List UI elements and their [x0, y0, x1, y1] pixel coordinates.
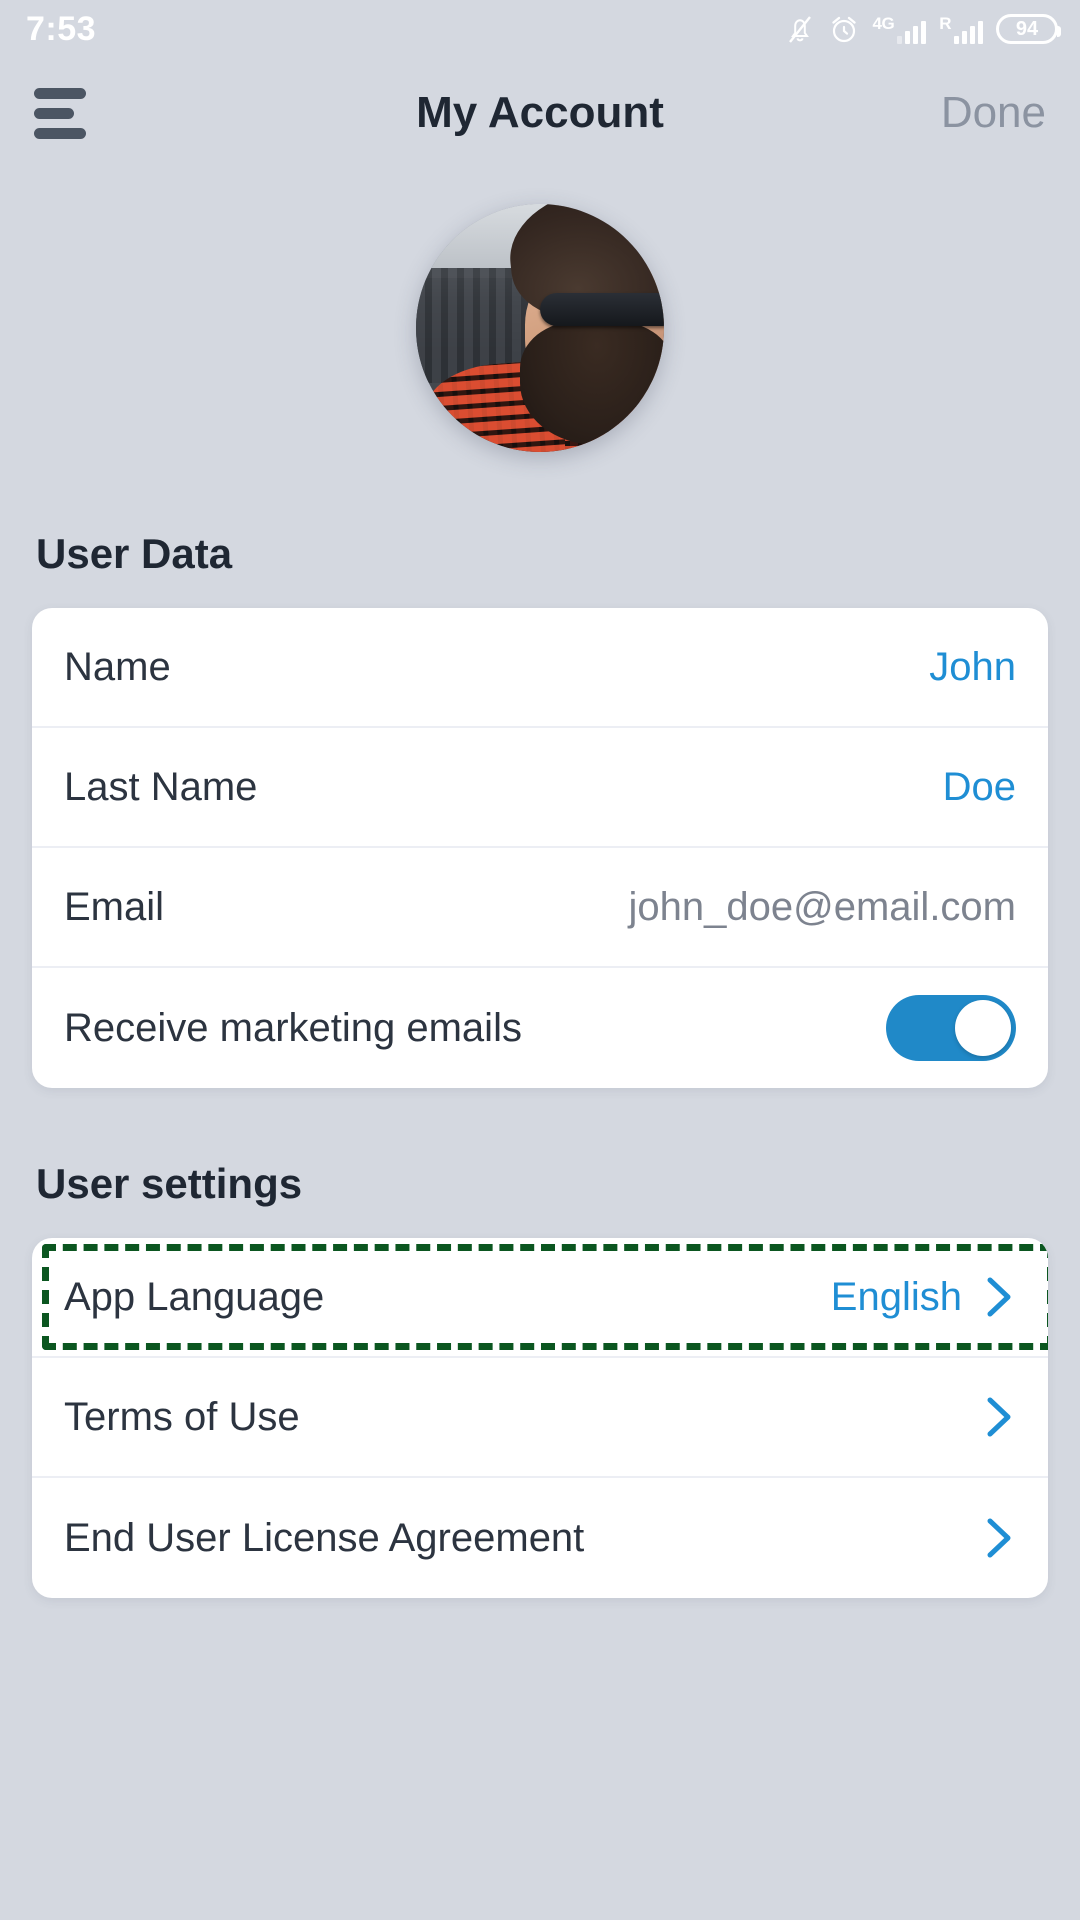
- signal-4g-icon: 4G: [873, 15, 927, 44]
- signal-roaming-icon: R: [939, 15, 983, 44]
- roaming-label: R: [939, 13, 951, 33]
- marketing-emails-toggle[interactable]: [886, 995, 1016, 1061]
- row-value-last-name[interactable]: Doe: [943, 765, 1016, 810]
- network-type-label: 4G: [872, 13, 895, 33]
- row-label: Email: [64, 884, 165, 929]
- row-name[interactable]: Name John: [32, 608, 1048, 728]
- battery-percent-label: 94: [1015, 18, 1039, 40]
- row-value-name[interactable]: John: [929, 645, 1016, 690]
- row-label: Receive marketing emails: [64, 1005, 522, 1050]
- user-settings-card: App Language English Terms of Use End Us…: [32, 1238, 1048, 1598]
- done-button[interactable]: Done: [941, 88, 1046, 138]
- status-bar-time: 7:53: [26, 10, 97, 48]
- toggle-knob: [955, 1000, 1011, 1056]
- avatar[interactable]: [416, 204, 664, 452]
- chevron-right-icon: [982, 1513, 1016, 1563]
- row-label: Name: [64, 644, 171, 689]
- row-label: Terms of Use: [64, 1394, 300, 1439]
- chevron-right-icon: [982, 1392, 1016, 1442]
- row-label: Last Name: [64, 764, 258, 809]
- signal-bars-4g: [897, 18, 927, 44]
- row-app-language[interactable]: App Language English: [32, 1238, 1048, 1358]
- hamburger-menu-icon[interactable]: [34, 85, 96, 141]
- status-bar: 7:53 4G R 94: [0, 0, 1080, 58]
- alarm-clock-icon: [828, 13, 860, 45]
- section-title-user-settings: User settings: [36, 1160, 303, 1207]
- bell-muted-icon: [785, 13, 815, 45]
- menu-line: [34, 127, 86, 139]
- row-value-app-language: English: [830, 1274, 962, 1319]
- signal-bars-roaming: [954, 18, 983, 44]
- menu-line: [34, 87, 86, 99]
- battery-icon: 94: [996, 14, 1061, 44]
- section-title-user-data: User Data: [36, 530, 233, 577]
- chevron-right-icon: [982, 1272, 1016, 1322]
- row-end-user-license-agreement[interactable]: End User License Agreement: [32, 1478, 1048, 1598]
- row-email[interactable]: Email john_doe@email.com: [32, 848, 1048, 968]
- avatar-photo-sunglasses: [540, 293, 664, 326]
- row-value-email[interactable]: john_doe@email.com: [629, 885, 1016, 930]
- page-title: My Account: [416, 88, 664, 137]
- menu-line: [34, 107, 74, 119]
- row-label: End User License Agreement: [64, 1515, 585, 1560]
- user-data-card: Name John Last Name Doe Email john_doe@e…: [32, 608, 1048, 1088]
- avatar-container: [0, 204, 1080, 452]
- navigation-bar: My Account Done: [0, 58, 1080, 168]
- row-receive-marketing-emails[interactable]: Receive marketing emails: [32, 968, 1048, 1088]
- row-last-name[interactable]: Last Name Doe: [32, 728, 1048, 848]
- status-bar-icons: 4G R 94: [785, 13, 1061, 45]
- row-label: App Language: [64, 1274, 325, 1319]
- row-terms-of-use[interactable]: Terms of Use: [32, 1358, 1048, 1478]
- avatar-photo-beard: [520, 320, 664, 445]
